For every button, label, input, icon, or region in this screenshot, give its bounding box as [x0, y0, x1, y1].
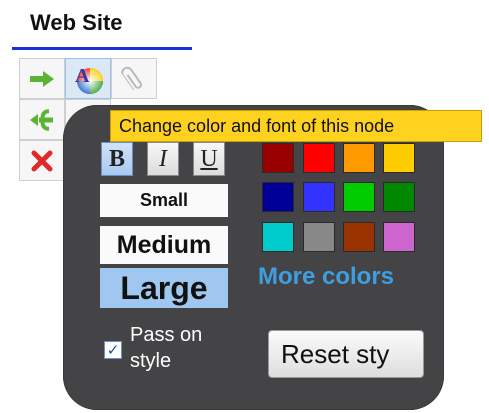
add-child-button[interactable]	[19, 58, 65, 99]
attach-button[interactable]	[111, 58, 157, 99]
bold-button[interactable]: B	[101, 142, 133, 176]
svg-text:A: A	[75, 65, 90, 87]
color-swatch[interactable]	[303, 222, 335, 252]
tooltip: Change color and font of this node	[110, 110, 482, 142]
color-swatch[interactable]	[262, 143, 294, 173]
size-large-button[interactable]: Large	[100, 268, 228, 308]
node-underline	[12, 47, 192, 50]
size-small-button[interactable]: Small	[100, 184, 228, 217]
delete-button[interactable]	[19, 140, 65, 181]
branch-arrows-icon	[30, 108, 53, 131]
color-swatch[interactable]	[383, 182, 415, 212]
delete-x-icon	[31, 150, 53, 171]
color-font-icon: A	[75, 65, 103, 94]
color-swatch[interactable]	[343, 143, 375, 173]
pass-on-style-label-line1: Pass on	[130, 324, 203, 346]
reset-style-button[interactable]: Reset sty	[268, 330, 424, 378]
paperclip-icon	[121, 66, 142, 91]
color-font-button[interactable]: A	[65, 58, 111, 99]
checkmark-icon: ✓	[106, 341, 120, 359]
color-swatch[interactable]	[383, 143, 415, 173]
color-swatch[interactable]	[262, 182, 294, 212]
more-colors-link[interactable]: More colors	[258, 263, 394, 291]
branch-button[interactable]	[19, 99, 65, 140]
color-swatch[interactable]	[303, 182, 335, 212]
pass-on-style-label-line2: style	[130, 350, 172, 372]
italic-button[interactable]: I	[147, 142, 179, 176]
color-swatch[interactable]	[343, 182, 375, 212]
size-medium-button[interactable]: Medium	[100, 226, 228, 264]
pass-on-style-label: Pass on style	[130, 322, 240, 374]
pass-on-style-checkbox[interactable]: ✓	[104, 341, 122, 359]
color-swatch[interactable]	[343, 222, 375, 252]
underline-button[interactable]: U	[193, 142, 225, 176]
color-swatch[interactable]	[303, 143, 335, 173]
node-title[interactable]: Web Site	[30, 10, 123, 36]
color-swatch[interactable]	[383, 222, 415, 252]
arrow-right-icon	[30, 70, 54, 87]
color-swatch[interactable]	[262, 222, 294, 252]
